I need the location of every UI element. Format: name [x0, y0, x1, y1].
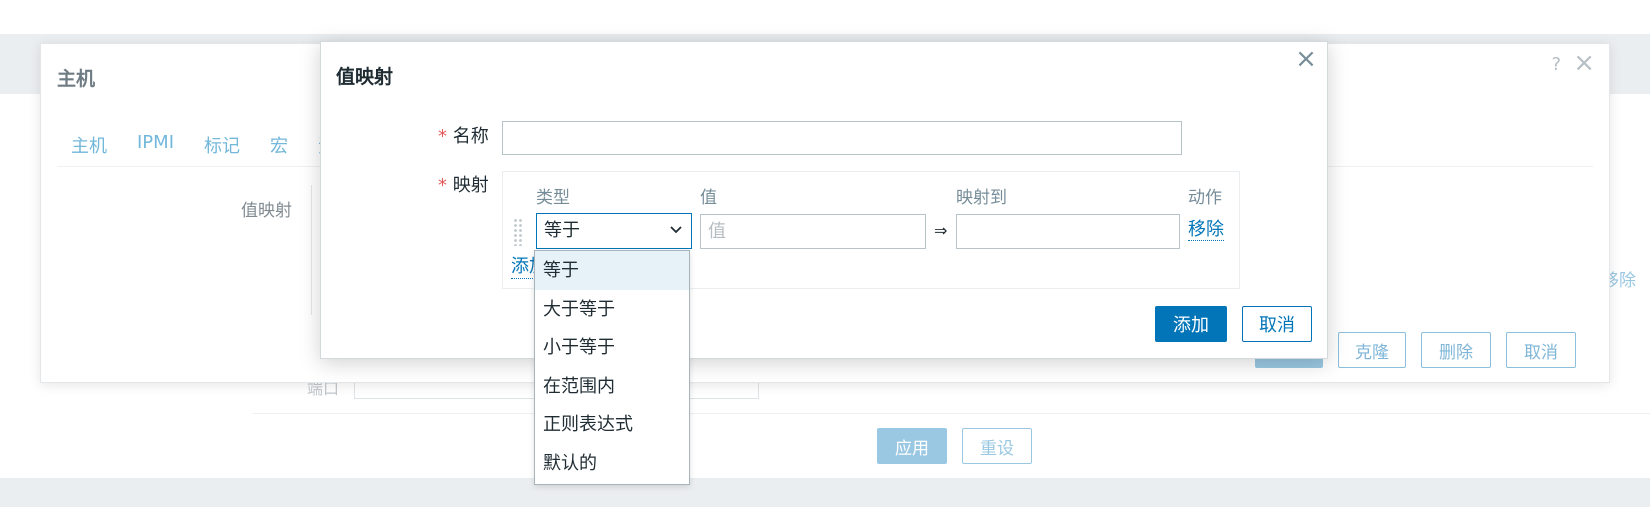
reset-button: 重设	[962, 428, 1032, 464]
required-marker: *	[438, 175, 447, 196]
close-icon[interactable]: ×	[1293, 44, 1319, 74]
dropdown-option-regexp[interactable]: 正则表达式	[535, 405, 689, 444]
cancel-button[interactable]: 取消	[1242, 306, 1312, 342]
background-divider	[252, 413, 1650, 414]
name-label: * 名称	[438, 122, 489, 148]
name-input[interactable]	[502, 121, 1182, 155]
host-tabs: 主机 IPMI 标记 宏 资	[71, 132, 336, 158]
tab-macros: 宏	[270, 136, 289, 157]
arrow-icon: ⇒	[934, 221, 948, 240]
dropdown-option-default[interactable]: 默认的	[535, 444, 689, 483]
value-map-dialog-title: 值映射	[336, 66, 394, 88]
mappings-label-text: 映射	[452, 175, 489, 196]
dropdown-option-in-range[interactable]: 在范围内	[535, 367, 689, 406]
tab-ipmi: IPMI	[137, 132, 175, 153]
column-mapped-to: 映射到	[956, 188, 1007, 208]
dropdown-option-greater-or-equal[interactable]: 大于等于	[535, 290, 689, 329]
add-button[interactable]: 添加	[1155, 306, 1227, 342]
clone-button: 克隆	[1338, 332, 1406, 368]
tab-host: 主机	[71, 136, 107, 157]
remove-link[interactable]: 移除	[1188, 220, 1224, 241]
mappings-label: * 映射	[438, 171, 489, 197]
value-map-dialog: 值映射 × * 名称 * 映射 类型 值 映射到 动作 等于 值 ⇒ 移除 添加…	[320, 41, 1328, 359]
required-marker: *	[438, 126, 447, 147]
dropdown-option-equals[interactable]: 等于	[535, 251, 689, 290]
column-action: 动作	[1188, 188, 1222, 208]
tab-tags: 标记	[204, 136, 241, 157]
type-dropdown-list: 等于 大于等于 小于等于 在范围内 正则表达式 默认的	[534, 250, 690, 485]
name-label-text: 名称	[452, 126, 489, 147]
value-input[interactable]: 值	[700, 214, 926, 249]
mapped-to-input[interactable]	[956, 214, 1180, 249]
host-close-icon: ×	[1573, 48, 1595, 78]
type-select-value: 等于	[544, 220, 580, 241]
background-footer-band	[0, 478, 1650, 507]
apply-button: 应用	[877, 428, 947, 464]
help-icon: ?	[1551, 54, 1561, 75]
value-map-field-label: 值映射	[241, 201, 292, 221]
column-type: 类型	[536, 188, 570, 208]
delete-button: 删除	[1421, 332, 1491, 368]
dropdown-option-less-or-equal[interactable]: 小于等于	[535, 328, 689, 367]
type-select[interactable]: 等于	[536, 213, 692, 249]
host-cancel-button: 取消	[1506, 332, 1576, 368]
host-dialog-title: 主机	[57, 68, 96, 90]
drag-handle-icon[interactable]	[513, 218, 523, 246]
column-value: 值	[700, 188, 717, 208]
